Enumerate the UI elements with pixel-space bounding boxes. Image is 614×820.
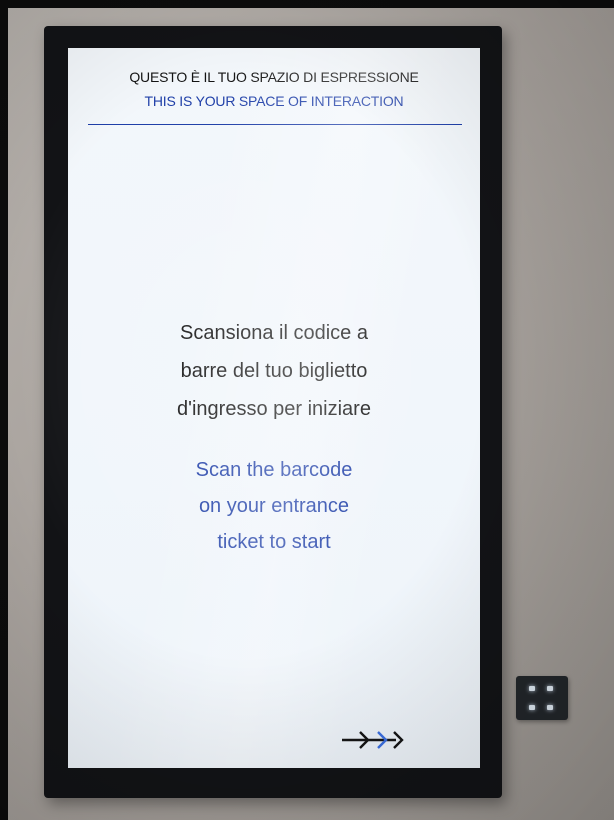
instruction-english-line: Scan the barcode	[195, 459, 353, 481]
screen-header: QUESTO È IL TUO SPAZIO DI ESPRESSIONE TH…	[68, 48, 480, 118]
photo-left-edge	[0, 0, 8, 820]
barcode-scanner-icon[interactable]	[516, 676, 568, 720]
instruction-english-line: ticket to start	[217, 531, 331, 553]
instruction-english-line: on your entrance	[198, 495, 350, 517]
instruction-italian-line: Scansiona il codice a	[180, 322, 368, 344]
photo-top-edge	[0, 0, 614, 8]
triple-arrow-right-icon[interactable]	[340, 729, 404, 751]
scanner-light	[529, 686, 535, 691]
header-divider	[88, 124, 462, 125]
header-title-english: THIS IS YOUR SPACE OF INTERACTION	[144, 93, 404, 109]
instruction-english: Scan the barcode on your entrance ticket…	[68, 452, 480, 560]
kiosk-screen[interactable]: QUESTO È IL TUO SPAZIO DI ESPRESSIONE TH…	[68, 48, 480, 768]
header-title-italian: QUESTO È IL TUO SPAZIO DI ESPRESSIONE	[129, 69, 419, 85]
scanner-light	[547, 686, 553, 691]
instruction-italian: Scansiona il codice a barre del tuo bigl…	[68, 314, 480, 428]
scanner-light	[547, 705, 553, 710]
scanner-light	[529, 705, 535, 710]
instruction-italian-line: barre del tuo biglietto	[180, 360, 368, 382]
instruction-italian-line: d'ingresso per iniziare	[177, 398, 371, 420]
kiosk-monitor: QUESTO È IL TUO SPAZIO DI ESPRESSIONE TH…	[44, 26, 502, 798]
